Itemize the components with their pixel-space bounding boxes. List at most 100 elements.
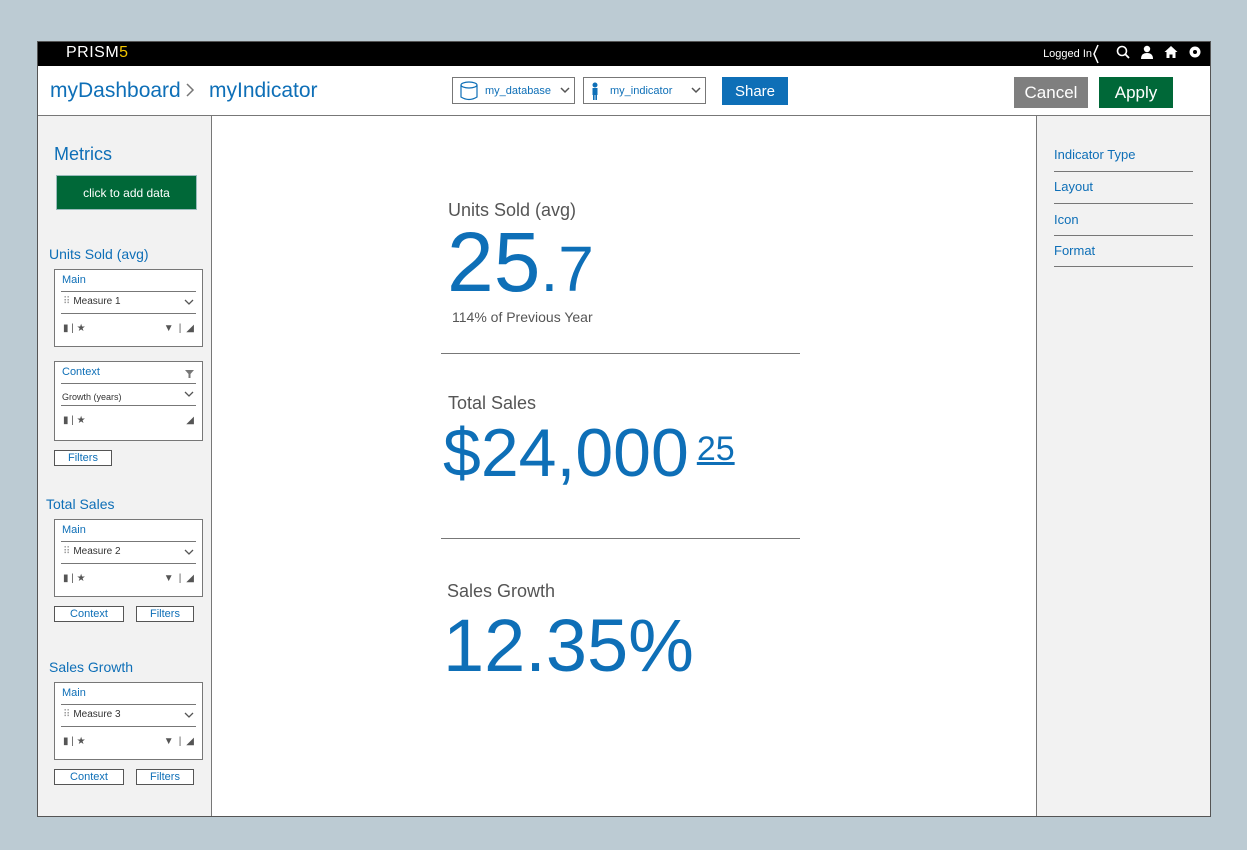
divider [1054, 171, 1193, 172]
database-select-value: my_database [485, 84, 552, 97]
main-measure-card: Main ⠿ Measure 3 ▮ | ★ ▼ | ◢ [54, 682, 203, 760]
filters-button[interactable]: Filters [54, 450, 112, 466]
drag-handle-icon[interactable]: ⠿ [63, 546, 70, 557]
chevron-down-icon[interactable] [184, 549, 194, 556]
main-measure-card: Main ⠿ Measure 1 ▮ | ★ ▼ | ◢ [54, 269, 203, 347]
kpi-value-units-sold: 25.7 [447, 220, 594, 311]
measure-select[interactable]: ⠿ Measure 2 [63, 546, 121, 557]
context-button[interactable]: Context [54, 606, 124, 622]
settings-panel: Indicator Type Layout Icon Format [1036, 116, 1210, 816]
star-icon[interactable]: ★ [77, 573, 86, 584]
filter-icon[interactable]: ▼ [164, 573, 174, 584]
bell-icon[interactable]: ◢ [186, 573, 194, 584]
indicator-preview: Units Sold (avg) 25.7 114% of Previous Y… [212, 116, 1036, 816]
measure-label: Measure 1 [73, 296, 121, 307]
divider [1054, 266, 1193, 267]
context-select[interactable]: Growth (years) [62, 392, 122, 402]
measure-label: Measure 3 [73, 709, 121, 720]
trash-icon[interactable]: ▮ [63, 323, 69, 334]
separator-icon [1093, 44, 1099, 64]
search-icon[interactable] [1116, 45, 1130, 59]
database-select[interactable]: my_database [452, 77, 575, 104]
add-data-button[interactable]: click to add data [56, 175, 197, 210]
context-button[interactable]: Context [54, 769, 124, 785]
indicator-select-value: my_indicator [610, 84, 673, 97]
section-title-total-sales: Total Sales [46, 496, 115, 512]
trash-icon[interactable]: ▮ [63, 415, 69, 426]
share-button[interactable]: Share [722, 77, 788, 105]
measure-label: Measure 2 [73, 546, 121, 557]
bell-icon[interactable]: ◢ [186, 323, 194, 334]
bell-icon[interactable]: ◢ [186, 736, 194, 747]
cancel-button[interactable]: Cancel [1014, 77, 1088, 108]
section-title-units-sold: Units Sold (avg) [49, 246, 149, 262]
context-card: Context Growth (years) ▮ | ★ ◢ [54, 361, 203, 441]
star-icon[interactable]: ★ [77, 323, 86, 334]
logo-version: 5 [119, 44, 129, 61]
person-icon [592, 82, 598, 100]
filters-button[interactable]: Filters [136, 606, 194, 622]
app-logo: PRISM5 [66, 44, 129, 62]
card-header: Main [62, 687, 86, 699]
user-icon[interactable] [1140, 45, 1154, 59]
database-icon [460, 80, 478, 100]
chevron-down-icon [560, 87, 570, 94]
chevron-down-icon [691, 87, 701, 94]
card-header: Context [62, 366, 100, 378]
kpi-value-integer: 25 [447, 215, 541, 309]
trash-icon[interactable]: ▮ [63, 736, 69, 747]
app-window: PRISM5 Logged In myDashboard myIndicator… [37, 41, 1211, 817]
kpi-value-total-sales: $24,000 25 [443, 416, 735, 490]
card-header: Main [62, 524, 86, 536]
breadcrumb-current: myIndicator [209, 79, 318, 102]
card-tools: ▮ | ★ [63, 323, 86, 334]
bell-icon[interactable]: ◢ [186, 415, 194, 426]
menu-item-indicator-type[interactable]: Indicator Type [1054, 147, 1193, 162]
login-status: Logged In [1043, 48, 1092, 60]
trash-icon[interactable]: ▮ [63, 573, 69, 584]
context-label: Growth (years) [62, 392, 122, 402]
menu-item-layout[interactable]: Layout [1054, 179, 1193, 194]
settings-icon[interactable] [1188, 45, 1202, 59]
top-bar: PRISM5 Logged In [38, 42, 1210, 66]
kpi-label-total-sales: Total Sales [448, 393, 537, 413]
drag-handle-icon[interactable]: ⠿ [63, 709, 70, 720]
drag-handle-icon[interactable]: ⠿ [63, 296, 70, 307]
menu-item-format[interactable]: Format [1054, 243, 1193, 258]
apply-button[interactable]: Apply [1099, 77, 1173, 108]
filters-button[interactable]: Filters [136, 769, 194, 785]
metrics-panel: Metrics click to add data Units Sold (av… [38, 116, 212, 816]
card-tools: ▮ | ★ [63, 573, 86, 584]
section-title-sales-growth: Sales Growth [49, 659, 134, 675]
metrics-title: Metrics [54, 144, 112, 164]
card-tools: ▮ | ★ [63, 415, 86, 426]
kpi-label-sales-growth: Sales Growth [447, 581, 556, 601]
filter-icon[interactable]: ▼ [164, 323, 174, 334]
card-tools: ▮ | ★ [63, 736, 86, 747]
breadcrumb-root[interactable]: myDashboard [50, 79, 181, 103]
logo-text: PRISM [66, 44, 120, 61]
measure-select[interactable]: ⠿ Measure 3 [63, 709, 121, 720]
star-icon[interactable]: ★ [77, 415, 86, 426]
measure-select[interactable]: ⠿ Measure 1 [63, 296, 121, 307]
filter-icon[interactable]: ▼ [164, 736, 174, 747]
divider [1054, 235, 1193, 236]
main-measure-card: Main ⠿ Measure 2 ▮ | ★ ▼ | ◢ [54, 519, 203, 597]
kpi-value-sales-growth: 12.35% [443, 604, 694, 687]
menu-item-icon[interactable]: Icon [1054, 212, 1193, 227]
kpi-value-decimal: .7 [540, 233, 594, 305]
header-bar: myDashboard myIndicator my_database my_i… [38, 66, 1210, 116]
chevron-down-icon[interactable] [184, 299, 194, 306]
kpi-value-integer: $24,000 [443, 415, 689, 491]
divider [1054, 203, 1193, 204]
star-icon[interactable]: ★ [77, 736, 86, 747]
chevron-down-icon[interactable] [184, 391, 194, 398]
divider [441, 353, 800, 354]
chevron-right-icon [186, 83, 195, 97]
kpi-comparison: 114% of Previous Year [452, 309, 593, 325]
filter-icon[interactable] [185, 370, 194, 378]
indicator-select[interactable]: my_indicator [583, 77, 706, 104]
chevron-down-icon[interactable] [184, 712, 194, 719]
home-icon[interactable] [1164, 45, 1178, 59]
card-header: Main [62, 274, 86, 286]
